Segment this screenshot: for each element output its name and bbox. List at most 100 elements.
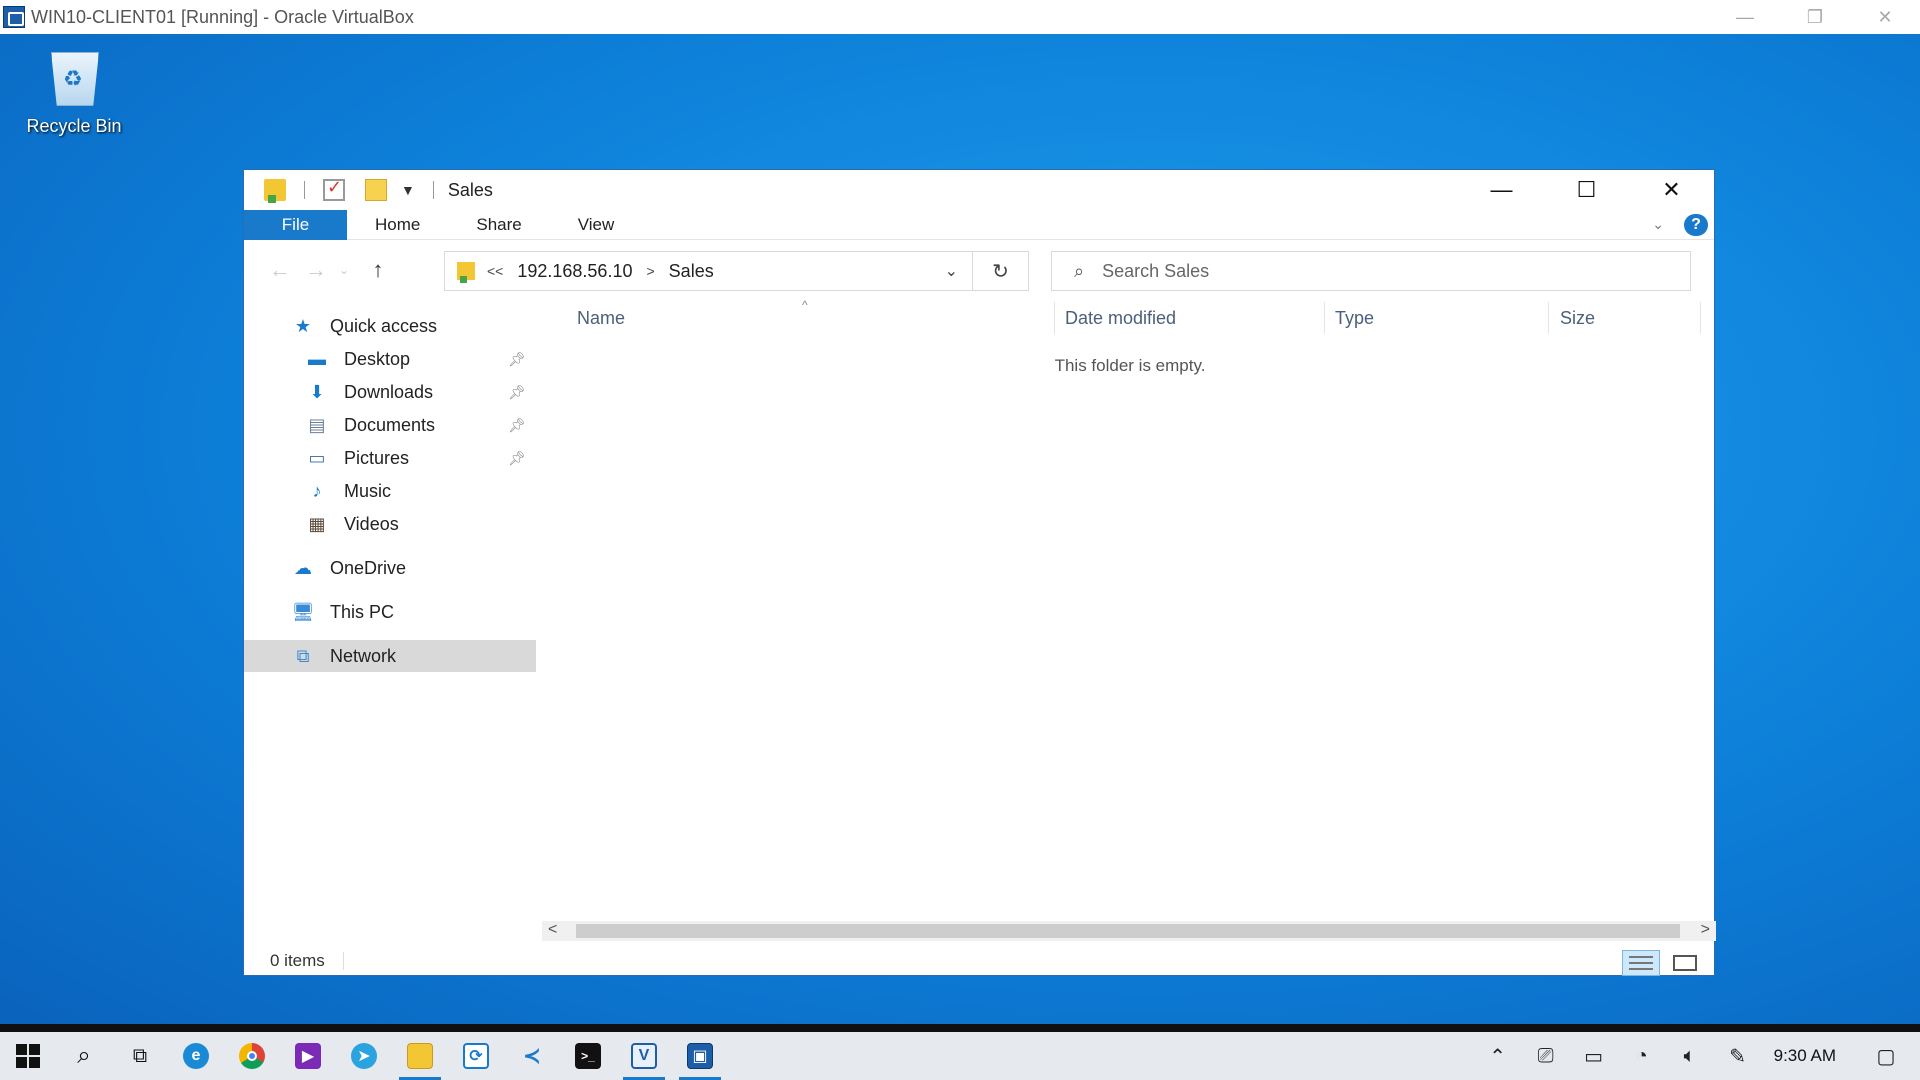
- sidebar-item-desktop[interactable]: ▬ Desktop 📌︎: [244, 343, 536, 375]
- meet-now-icon[interactable]: ⎚: [1522, 1032, 1570, 1080]
- maximize-button[interactable]: ☐: [1544, 170, 1629, 210]
- sidebar-item-label: Pictures: [344, 447, 410, 468]
- network-icon[interactable]: ◔: [1618, 1032, 1666, 1080]
- taskbar-file-explorer[interactable]: [392, 1032, 448, 1080]
- details-view-button[interactable]: [1622, 950, 1660, 976]
- sidebar-item-network[interactable]: ⧉ Network: [244, 640, 536, 672]
- horizontal-scrollbar[interactable]: < >: [542, 921, 1716, 941]
- column-divider[interactable]: [1700, 302, 1701, 334]
- start-button[interactable]: [0, 1032, 56, 1080]
- documents-icon: ▤: [308, 414, 326, 435]
- breadcrumb-sales[interactable]: Sales: [669, 261, 714, 282]
- taskbar-edge[interactable]: e: [168, 1032, 224, 1080]
- column-divider[interactable]: [1324, 302, 1325, 334]
- breadcrumb-host[interactable]: 192.168.56.10: [517, 261, 632, 282]
- host-minimize-button[interactable]: —: [1710, 0, 1780, 34]
- taskbar-search-button[interactable]: ⌕: [56, 1032, 112, 1080]
- column-header-name[interactable]: Name: [577, 308, 625, 329]
- pin-icon[interactable]: 📌︎: [508, 450, 526, 467]
- new-folder-icon[interactable]: [365, 179, 387, 201]
- column-divider[interactable]: [1548, 302, 1549, 334]
- chrome-icon: [239, 1043, 265, 1069]
- sidebar-item-downloads[interactable]: ⬇ Downloads 📌︎: [244, 376, 536, 408]
- clock[interactable]: 9:30 AM: [1774, 1046, 1836, 1066]
- window-title: Sales: [447, 179, 493, 200]
- volume-icon[interactable]: 🔈︎: [1666, 1032, 1714, 1080]
- tab-home[interactable]: Home: [347, 210, 448, 240]
- host-restore-button[interactable]: ❐: [1780, 0, 1850, 34]
- music-icon: ♪: [312, 480, 322, 501]
- ribbon-tabs: File Home Share View ⌄ ?: [244, 209, 1714, 240]
- sidebar-item-pictures[interactable]: ▭ Pictures 📌︎: [244, 442, 536, 474]
- pin-icon[interactable]: 📌︎: [508, 417, 526, 434]
- minimize-button[interactable]: —: [1459, 170, 1544, 210]
- downloads-icon: ⬇: [309, 381, 325, 402]
- host-close-button[interactable]: ✕: [1850, 0, 1920, 34]
- taskbar-app[interactable]: ⟳: [448, 1032, 504, 1080]
- desktop-icon-recycle-bin[interactable]: ♻ Recycle Bin: [12, 46, 136, 137]
- pin-icon[interactable]: 📌︎: [508, 351, 526, 368]
- search-box[interactable]: ⌕ Search Sales: [1051, 251, 1691, 291]
- large-icons-view-button[interactable]: [1666, 950, 1704, 976]
- show-hidden-icons-button[interactable]: ⌃: [1474, 1032, 1522, 1080]
- taskbar-virtualbox-vm[interactable]: ▣: [672, 1032, 728, 1080]
- scrollbar-thumb[interactable]: [576, 924, 1680, 938]
- network-folder-icon: [457, 262, 475, 283]
- breadcrumb-separator[interactable]: >: [646, 263, 654, 279]
- refresh-button[interactable]: ↻: [973, 251, 1029, 291]
- taskbar-vscode[interactable]: ≺: [504, 1032, 560, 1080]
- sidebar-item-onedrive[interactable]: ☁ OneDrive: [244, 552, 536, 584]
- tab-file[interactable]: File: [244, 209, 347, 240]
- pin-icon[interactable]: 📌︎: [508, 384, 526, 401]
- search-input[interactable]: Search Sales: [1102, 261, 1209, 282]
- vm-desktop: ♻ Recycle Bin ▼ Sales — ☐ ✕ File Home Sh…: [0, 34, 1920, 1024]
- address-dropdown-icon[interactable]: ⌄: [945, 261, 958, 281]
- customize-toolbar-dropdown-icon[interactable]: ▼: [401, 182, 415, 198]
- sidebar-item-label: Videos: [344, 513, 399, 534]
- quick-access-toolbar: ▼ Sales — ☐ ✕: [244, 170, 1714, 210]
- host-window-title: WIN10-CLIENT01 [Running] - Oracle Virtua…: [31, 6, 414, 27]
- recent-locations-icon[interactable]: ⌄: [334, 252, 354, 288]
- expand-ribbon-chevron-icon[interactable]: ⌄: [1652, 216, 1664, 233]
- sidebar-item-quick-access[interactable]: ★ Quick access: [244, 310, 536, 342]
- scroll-left-icon[interactable]: <: [548, 921, 557, 939]
- forward-button[interactable]: →: [298, 252, 334, 288]
- column-header-size[interactable]: Size: [1560, 308, 1595, 329]
- taskbar-virtualbox-manager[interactable]: V: [616, 1032, 672, 1080]
- address-bar[interactable]: << 192.168.56.10 > Sales ⌄: [444, 251, 973, 291]
- back-button[interactable]: ←: [262, 252, 298, 288]
- sidebar-item-this-pc[interactable]: 🖥︎ This PC: [244, 596, 536, 628]
- taskbar-chrome[interactable]: [224, 1032, 280, 1080]
- host-window-controls: — ❐ ✕: [1710, 0, 1920, 34]
- tab-share[interactable]: Share: [448, 210, 549, 240]
- pen-icon[interactable]: ✎: [1714, 1032, 1762, 1080]
- sidebar-item-documents[interactable]: ▤ Documents 📌︎: [244, 409, 536, 441]
- toolbar-divider: [304, 181, 305, 199]
- pinned-folder-icon[interactable]: [264, 179, 286, 203]
- tab-view[interactable]: View: [550, 210, 643, 240]
- column-header-date-modified[interactable]: Date modified: [1065, 308, 1176, 329]
- host-titlebar: WIN10-CLIENT01 [Running] - Oracle Virtua…: [0, 0, 1920, 34]
- up-button[interactable]: ↑: [360, 252, 396, 288]
- help-button[interactable]: ?: [1684, 214, 1708, 236]
- scroll-right-icon[interactable]: >: [1701, 921, 1710, 939]
- taskbar-media[interactable]: ▶: [280, 1032, 336, 1080]
- onedrive-icon: ☁: [294, 557, 312, 578]
- pictures-icon: ▭: [308, 447, 326, 468]
- sidebar-item-music[interactable]: ♪ Music: [244, 475, 536, 507]
- desktop-icon: ▬: [308, 348, 326, 369]
- close-button[interactable]: ✕: [1629, 170, 1714, 210]
- status-divider: [342, 952, 344, 970]
- column-divider[interactable]: [1054, 302, 1055, 334]
- taskbar-telegram[interactable]: ➤: [336, 1032, 392, 1080]
- properties-icon[interactable]: [323, 177, 345, 201]
- column-header-type[interactable]: Type: [1335, 308, 1374, 329]
- address-overflow[interactable]: <<: [487, 263, 503, 279]
- task-view-button[interactable]: ⧉: [112, 1032, 168, 1080]
- action-center-icon[interactable]: ▢: [1862, 1032, 1910, 1080]
- windows-logo-icon: [16, 1044, 40, 1068]
- battery-icon[interactable]: ▭: [1570, 1032, 1618, 1080]
- empty-folder-message: This folder is empty.: [1054, 356, 1206, 375]
- taskbar-terminal[interactable]: >_: [560, 1032, 616, 1080]
- sidebar-item-videos[interactable]: ▦ Videos: [244, 508, 536, 540]
